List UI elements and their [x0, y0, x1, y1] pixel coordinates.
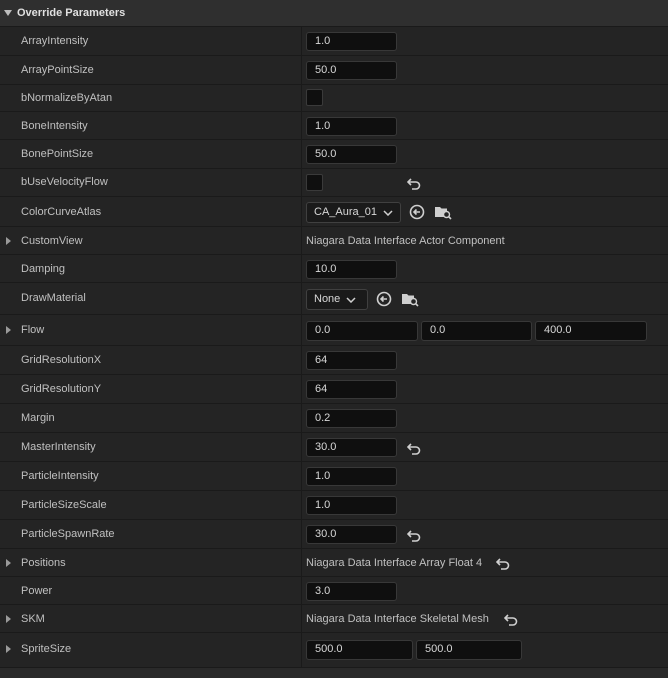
reset-to-default-icon[interactable]: [496, 558, 510, 570]
array-point-size-input[interactable]: 50.0: [306, 61, 397, 80]
reset-to-default-icon[interactable]: [407, 178, 421, 190]
sprite-size-y-input[interactable]: 500.0: [416, 640, 522, 660]
property-row-master-intensity: MasterIntensity 30.0: [0, 433, 668, 462]
dropdown-value: CA_Aura_01: [314, 206, 377, 218]
skm-value: Niagara Data Interface Skeletal Mesh: [306, 613, 489, 625]
use-selected-asset-icon[interactable]: [375, 290, 393, 308]
reset-to-default-icon[interactable]: [504, 614, 518, 626]
property-row-flow: Flow 0.0 0.0 400.0: [0, 315, 668, 346]
property-row-particle-spawn-rate: ParticleSpawnRate 30.0: [0, 520, 668, 549]
property-row-bone-point-size: BonePointSize 50.0: [0, 140, 668, 169]
property-label: ParticleSpawnRate: [21, 528, 115, 540]
expander-arrow-icon[interactable]: [6, 615, 11, 623]
property-row-grid-resolution-x: GridResolutionX 64: [0, 346, 668, 375]
section-header[interactable]: Override Parameters: [0, 0, 668, 27]
b-use-velocity-flow-checkbox[interactable]: [306, 174, 323, 191]
dropdown-value: None: [314, 293, 341, 305]
property-label: Power: [21, 585, 53, 597]
property-row-b-normalize-by-atan: bNormalizeByAtan: [0, 85, 668, 112]
bone-intensity-input[interactable]: 1.0: [306, 117, 397, 136]
property-label: DrawMaterial: [21, 292, 86, 304]
custom-view-value: Niagara Data Interface Actor Component: [306, 235, 505, 247]
property-label: MasterIntensity: [21, 441, 96, 453]
b-normalize-by-atan-checkbox[interactable]: [306, 89, 323, 106]
section-title: Override Parameters: [17, 7, 126, 19]
property-label: ArrayIntensity: [21, 35, 89, 47]
array-intensity-input[interactable]: 1.0: [306, 32, 397, 51]
property-row-color-curve-atlas: ColorCurveAtlas CA_Aura_01: [0, 197, 668, 227]
property-label: BonePointSize: [21, 148, 94, 160]
property-row-power: Power 3.0: [0, 577, 668, 605]
color-curve-atlas-dropdown[interactable]: CA_Aura_01: [306, 202, 401, 223]
damping-input[interactable]: 10.0: [306, 260, 397, 279]
expander-arrow-icon[interactable]: [6, 237, 11, 245]
property-row-skm: SKM Niagara Data Interface Skeletal Mesh: [0, 605, 668, 633]
property-label: SKM: [21, 613, 45, 625]
reset-to-default-icon[interactable]: [407, 443, 421, 455]
sprite-size-x-input[interactable]: 500.0: [306, 640, 413, 660]
property-row-custom-view: CustomView Niagara Data Interface Actor …: [0, 227, 668, 255]
browse-asset-icon[interactable]: [434, 203, 452, 221]
expander-arrow-icon[interactable]: [6, 559, 11, 567]
property-label: GridResolutionX: [21, 354, 102, 366]
property-label: bNormalizeByAtan: [21, 92, 113, 104]
property-row-positions: Positions Niagara Data Interface Array F…: [0, 549, 668, 577]
power-input[interactable]: 3.0: [306, 582, 397, 601]
property-label: SpriteSize: [21, 643, 72, 655]
particle-spawn-rate-input[interactable]: 30.0: [306, 525, 397, 544]
particle-size-scale-input[interactable]: 1.0: [306, 496, 397, 515]
grid-resolution-y-input[interactable]: 64: [306, 380, 397, 399]
property-row-particle-intensity: ParticleIntensity 1.0: [0, 462, 668, 491]
flow-x-input[interactable]: 0.0: [306, 321, 418, 341]
property-row-grid-resolution-y: GridResolutionY 64: [0, 375, 668, 404]
property-row-particle-size-scale: ParticleSizeScale 1.0: [0, 491, 668, 520]
positions-value: Niagara Data Interface Array Float 4: [306, 557, 483, 569]
property-row-array-point-size: ArrayPointSize 50.0: [0, 56, 668, 85]
grid-resolution-x-input[interactable]: 64: [306, 351, 397, 370]
collapse-arrow-icon[interactable]: [4, 10, 12, 16]
property-label: ColorCurveAtlas: [21, 206, 102, 218]
property-label: bUseVelocityFlow: [21, 176, 108, 188]
property-row-draw-material: DrawMaterial None: [0, 283, 668, 315]
property-row-array-intensity: ArrayIntensity 1.0: [0, 27, 668, 56]
property-label: Positions: [21, 557, 66, 569]
use-selected-asset-icon[interactable]: [408, 203, 426, 221]
browse-asset-icon[interactable]: [401, 290, 419, 308]
flow-y-input[interactable]: 0.0: [421, 321, 532, 341]
flow-z-input[interactable]: 400.0: [535, 321, 647, 341]
reset-to-default-icon[interactable]: [407, 530, 421, 542]
property-row-margin: Margin 0.2: [0, 404, 668, 433]
property-label: ParticleSizeScale: [21, 499, 107, 511]
expander-arrow-icon[interactable]: [6, 645, 11, 653]
chevron-down-icon: [383, 209, 393, 216]
margin-input[interactable]: 0.2: [306, 409, 397, 428]
property-row-b-use-velocity-flow: bUseVelocityFlow: [0, 169, 668, 197]
chevron-down-icon: [346, 296, 356, 303]
property-label: Damping: [21, 263, 66, 275]
property-label: BoneIntensity: [21, 120, 88, 132]
property-row-bone-intensity: BoneIntensity 1.0: [0, 112, 668, 140]
property-label: Flow: [21, 324, 45, 336]
property-label: Margin: [21, 412, 55, 424]
particle-intensity-input[interactable]: 1.0: [306, 467, 397, 486]
draw-material-dropdown[interactable]: None: [306, 289, 368, 310]
bone-point-size-input[interactable]: 50.0: [306, 145, 397, 164]
property-label: GridResolutionY: [21, 383, 102, 395]
property-row-damping: Damping 10.0: [0, 255, 668, 283]
master-intensity-input[interactable]: 30.0: [306, 438, 397, 457]
property-label: CustomView: [21, 235, 83, 247]
next-section-header-partial[interactable]: [0, 668, 668, 678]
property-label: ArrayPointSize: [21, 64, 94, 76]
property-label: ParticleIntensity: [21, 470, 99, 482]
expander-arrow-icon[interactable]: [6, 326, 11, 334]
property-list: ArrayIntensity 1.0 ArrayPointSize 50.0 b…: [0, 27, 668, 668]
property-row-sprite-size: SpriteSize 500.0 500.0: [0, 633, 668, 668]
